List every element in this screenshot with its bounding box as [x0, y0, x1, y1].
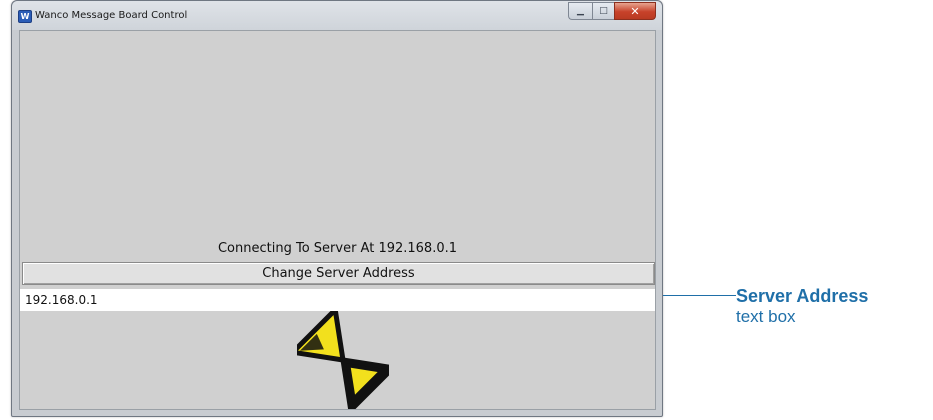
change-server-address-button[interactable]: Change Server Address: [22, 262, 655, 285]
app-icon: W: [18, 10, 32, 23]
client-area: Connecting To Server At 192.168.0.1 Chan…: [19, 30, 656, 410]
window-title: Wanco Message Board Control: [35, 10, 188, 21]
close-button[interactable]: ✕: [614, 2, 656, 20]
app-window: W Wanco Message Board Control ▁ □ ✕ Conn…: [11, 0, 663, 417]
server-address-input[interactable]: [20, 289, 655, 311]
maximize-icon: □: [599, 6, 608, 16]
minimize-icon: ▁: [577, 6, 584, 16]
callout-subtitle: text box: [736, 307, 796, 326]
callout-title: Server Address: [736, 286, 869, 306]
window-controls: ▁ □ ✕: [568, 2, 656, 20]
connection-status: Connecting To Server At 192.168.0.1: [217, 241, 458, 256]
title-bar[interactable]: W Wanco Message Board Control ▁ □ ✕: [12, 1, 662, 30]
maximize-button[interactable]: □: [592, 2, 614, 20]
hourglass-icon: [297, 311, 389, 409]
callout-leader-line: [663, 295, 736, 296]
close-icon: ✕: [630, 4, 640, 18]
minimize-button[interactable]: ▁: [568, 2, 592, 20]
